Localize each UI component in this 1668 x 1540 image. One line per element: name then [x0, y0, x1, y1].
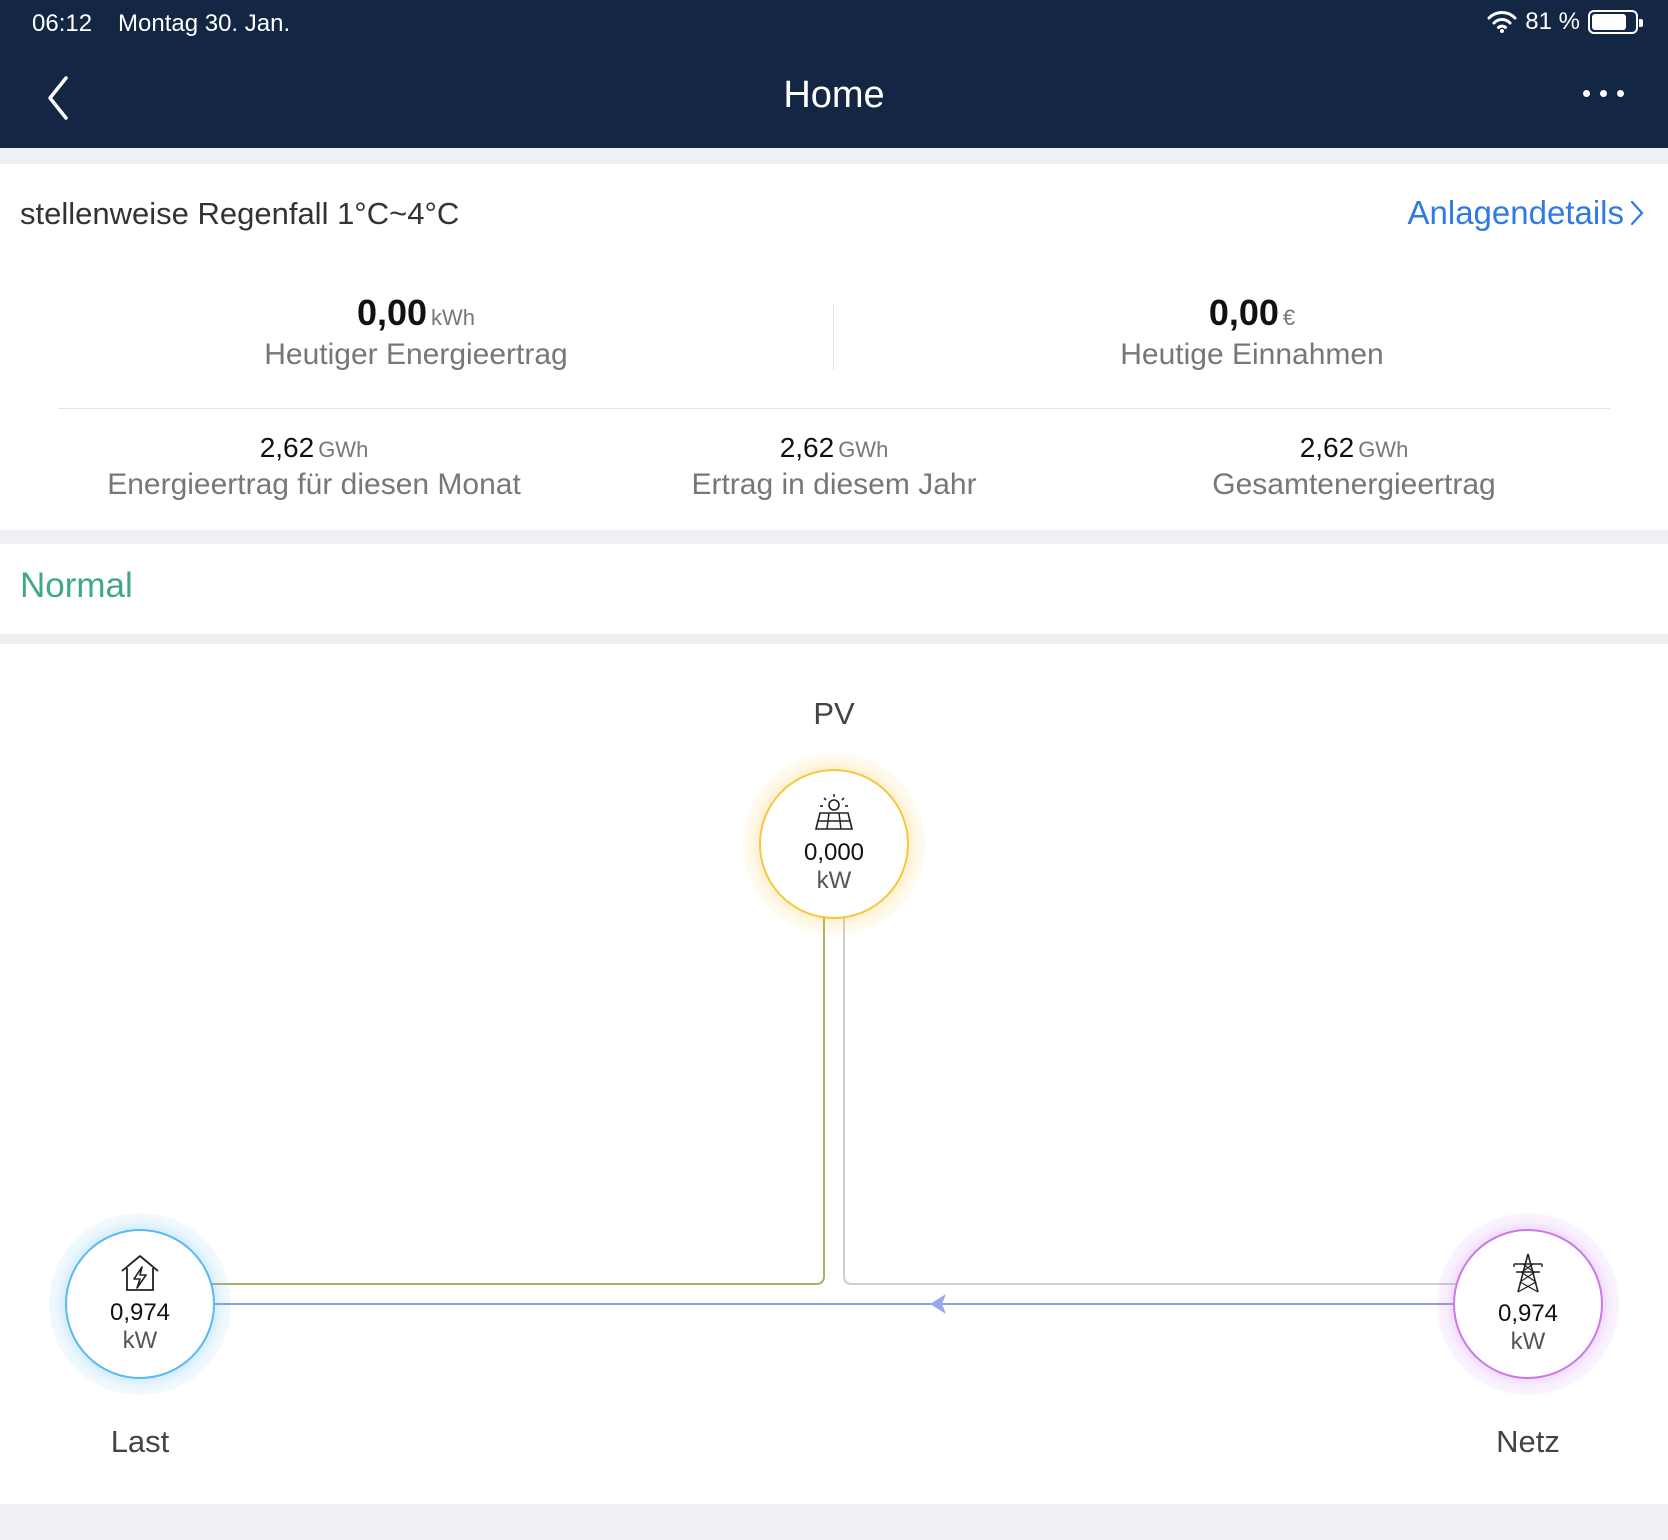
plant-details-label: Anlagendetails [1407, 194, 1625, 231]
load-node[interactable]: 0,974 kW [65, 1229, 215, 1379]
year-yield-metric: 2,62 GWh Ertrag in diesem Jahr [584, 432, 1084, 502]
grid-label: Netz [1496, 1424, 1560, 1459]
today-revenue-label: Heutige Einnahmen [1120, 338, 1384, 371]
grid-unit: kW [1510, 1328, 1546, 1355]
battery-percent: 81 % [1525, 8, 1580, 35]
battery-icon [1588, 10, 1643, 34]
today-yield-unit: kWh [431, 305, 476, 330]
status-date: Montag 30. Jan. [118, 10, 291, 37]
power-tower-icon [1513, 1253, 1543, 1293]
total-yield-value: 2,62 [1299, 432, 1355, 463]
wifi-icon [1487, 11, 1517, 33]
year-yield-label: Ertrag in diesem Jahr [691, 468, 977, 501]
plant-status-text: Normal [20, 566, 133, 605]
load-unit: kW [122, 1327, 158, 1354]
battery-fill [1592, 14, 1627, 30]
year-yield-unit: GWh [838, 437, 889, 462]
solar-panel-icon [814, 794, 854, 830]
today-revenue-value: 0,00 [1208, 292, 1279, 333]
month-yield-metric: 2,62 GWh Energieertrag für diesen Monat [64, 432, 564, 502]
total-yield-label: Gesamtenergieertrag [1212, 468, 1496, 501]
overview-card: stellenweise Regenfall 1°C~4°C Anlagende… [0, 164, 1668, 530]
dot-icon [1617, 90, 1624, 97]
status-indicators: 81 % [1487, 8, 1643, 36]
plant-details-link[interactable]: Anlagendetails [1408, 194, 1645, 232]
dot-icon [1583, 90, 1590, 97]
total-yield-unit: GWh [1358, 437, 1409, 462]
year-yield-value: 2,62 [779, 432, 835, 463]
grid-node[interactable]: 0,974 kW [1453, 1229, 1603, 1379]
top-bar: 06:12 Montag 30. Jan. 81 % Home [0, 0, 1668, 148]
house-lightning-icon [121, 1255, 159, 1291]
month-yield-value: 2,62 [259, 432, 315, 463]
chevron-right-icon [1630, 200, 1644, 226]
today-revenue-unit: € [1282, 305, 1296, 330]
weather-text: stellenweise Regenfall 1°C~4°C [20, 196, 460, 231]
section-divider [58, 408, 1610, 409]
pv-label: PV [813, 696, 855, 731]
today-revenue-metric: 0,00 € Heutige Einnahmen [1052, 292, 1452, 372]
today-yield-metric: 0,00 kWh Heutiger Energieertrag [216, 292, 616, 372]
dot-icon [1600, 90, 1607, 97]
status-time: 06:12 [32, 10, 93, 37]
page-title: Home [783, 74, 885, 116]
pv-unit: kW [816, 867, 852, 894]
total-yield-metric: 2,62 GWh Gesamtenergieertrag [1104, 432, 1604, 502]
load-value: 0,974 [109, 1299, 171, 1326]
metric-divider [833, 304, 834, 370]
load-label: Last [110, 1424, 170, 1459]
pv-to-grid-line [843, 906, 1458, 1285]
plant-status-card: Normal [0, 544, 1668, 634]
pv-to-load-line [210, 906, 825, 1285]
energy-flow-card: PV 0,000 kW 0,974 kW Last 0,974 kW Netz [0, 644, 1668, 1504]
today-yield-value: 0,00 [356, 292, 428, 333]
today-yield-label: Heutiger Energieertrag [264, 338, 568, 371]
pv-node[interactable]: 0,000 kW [759, 769, 909, 919]
pv-value: 0,000 [803, 839, 865, 866]
more-options-button[interactable] [1583, 90, 1624, 97]
month-yield-label: Energieertrag für diesen Monat [107, 468, 521, 501]
month-yield-unit: GWh [318, 437, 369, 462]
grid-value: 0,974 [1497, 1300, 1559, 1327]
